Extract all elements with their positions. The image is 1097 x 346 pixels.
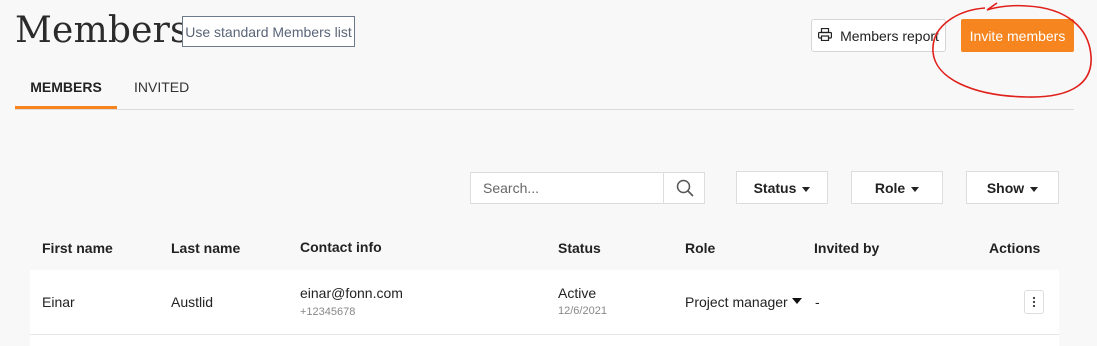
- role-dropdown-label: Project manager: [685, 294, 788, 310]
- members-report-button[interactable]: Members report: [811, 19, 946, 52]
- cell-phone: +12345678: [300, 306, 356, 318]
- column-header-role: Role: [685, 240, 716, 256]
- cell-email: einar@fonn.com: [300, 285, 403, 301]
- cell-invited-by: -: [815, 294, 820, 310]
- column-header-actions: Actions: [989, 240, 1041, 256]
- column-header-status: Status: [558, 240, 601, 256]
- column-header-last-name: Last name: [171, 240, 241, 256]
- use-standard-list-button[interactable]: Use standard Members list: [182, 16, 355, 47]
- cell-status: Active: [558, 285, 597, 301]
- cell-last-name: Austlid: [171, 294, 214, 310]
- cell-status-date: 12/6/2021: [558, 305, 607, 317]
- column-header-invited-by: Invited by: [814, 240, 880, 256]
- show-filter-label: Show: [986, 179, 1025, 196]
- column-header-first-name: First name: [42, 240, 113, 256]
- cell-first-name: Einar: [42, 294, 75, 310]
- tab-invited[interactable]: INVITED: [134, 79, 189, 109]
- search-input[interactable]: [471, 173, 663, 203]
- page-title: Members: [15, 10, 189, 51]
- chevron-down-icon: [802, 186, 811, 192]
- table-row: [30, 335, 1059, 346]
- status-filter-label: Status: [753, 179, 797, 196]
- role-dropdown[interactable]: Project manager: [685, 294, 802, 310]
- kebab-menu-icon: [1032, 296, 1036, 308]
- role-filter[interactable]: Role: [851, 171, 943, 204]
- tab-divider: [15, 109, 1074, 110]
- caret-down-icon: [791, 297, 802, 304]
- members-report-label: Members report: [840, 27, 939, 44]
- role-filter-label: Role: [874, 179, 906, 196]
- search-box: [470, 172, 705, 204]
- tab-members[interactable]: MEMBERS: [15, 79, 117, 109]
- row-actions-button[interactable]: [1024, 290, 1044, 314]
- search-icon: [676, 179, 694, 197]
- status-filter[interactable]: Status: [736, 171, 828, 204]
- show-filter[interactable]: Show: [966, 171, 1059, 204]
- chevron-down-icon: [911, 186, 920, 192]
- column-header-contact-info: Contact info: [300, 239, 382, 255]
- annotation-circle: [932, 2, 1092, 98]
- chevron-down-icon: [1030, 186, 1039, 192]
- search-button[interactable]: [663, 173, 705, 203]
- printer-icon: [818, 27, 833, 44]
